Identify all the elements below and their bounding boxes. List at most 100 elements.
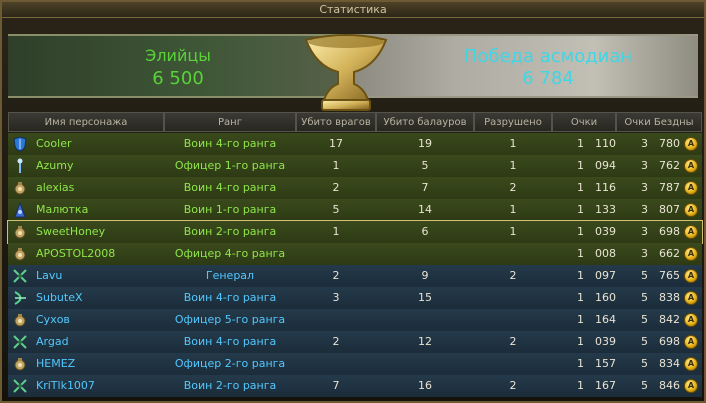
col-balaur-killed[interactable]: Убито балауров bbox=[376, 112, 474, 132]
table-row[interactable]: Argad Воин 4-го ранга 2 12 2 1 039 5 698 A bbox=[8, 331, 702, 353]
abyss-points-units: 807 bbox=[659, 203, 680, 216]
points-thousands: 1 bbox=[577, 379, 584, 392]
balaur-killed: 16 bbox=[418, 379, 432, 392]
points-units: 167 bbox=[595, 379, 616, 392]
stats-window: Статистика Элийцы 6 500 Победа асмодиан … bbox=[0, 0, 706, 403]
points-units: 094 bbox=[595, 159, 616, 172]
col-destroyed[interactable]: Разрушено bbox=[474, 112, 552, 132]
enemies-killed bbox=[296, 309, 376, 331]
staff-icon bbox=[12, 158, 28, 174]
balaur-killed: 7 bbox=[421, 181, 429, 194]
points-units: 039 bbox=[595, 225, 616, 238]
abyss-points-units: 780 bbox=[659, 137, 680, 150]
abyss-points-units: 698 bbox=[659, 335, 680, 348]
table-row[interactable]: APOSTOL2008 Офицер 4-го ранга 1 008 3 662 A bbox=[8, 243, 702, 265]
abyss-points-units: 765 bbox=[659, 269, 680, 282]
balaur-killed: 6 bbox=[421, 225, 429, 238]
abyss-points-units: 762 bbox=[659, 159, 680, 172]
enemies-killed: 2 bbox=[332, 181, 340, 194]
table-row[interactable]: SweetHoney Воин 2-го ранга 1 6 1 1 039 3 698 A bbox=[7, 220, 703, 244]
player-rank: Воин 4-го ранга bbox=[183, 335, 277, 348]
player-name: Cooler bbox=[36, 137, 72, 150]
abyss-points-units: 698 bbox=[659, 225, 680, 238]
destroyed-count: 1 bbox=[509, 203, 517, 216]
player-name: SubuteX bbox=[36, 291, 83, 304]
abyss-points-units: 846 bbox=[659, 379, 680, 392]
table-row[interactable]: SubuteX Воин 4-го ранга 3 15 1 160 5 838 A bbox=[8, 287, 702, 309]
points-units: 133 bbox=[595, 203, 616, 216]
abyss-points-thousands: 5 bbox=[641, 291, 648, 304]
abyss-points-units: 838 bbox=[659, 291, 680, 304]
table-row[interactable]: Сухов Офицер 5-го ранга 1 164 5 842 A bbox=[8, 309, 702, 331]
abyss-points-thousands: 5 bbox=[641, 335, 648, 348]
table-row[interactable]: Lavu Генерал 2 9 2 1 097 5 765 A bbox=[8, 265, 702, 287]
stats-table-header: Имя персонажа Ранг Убито врагов Убито ба… bbox=[8, 112, 702, 132]
col-abyss-points[interactable]: Очки Бездны bbox=[616, 112, 702, 132]
table-row[interactable]: Azumy Офицер 1-го ранга 1 5 1 1 094 3 762 A bbox=[8, 155, 702, 177]
col-enemies-killed[interactable]: Убито врагов bbox=[296, 112, 376, 132]
player-name: Argad bbox=[36, 335, 69, 348]
points-units: 157 bbox=[595, 357, 616, 370]
abyss-points-thousands: 5 bbox=[641, 379, 648, 392]
abyss-coin-icon: A bbox=[684, 357, 698, 371]
destroyed-count: 2 bbox=[509, 181, 517, 194]
abyss-coin-icon: A bbox=[684, 269, 698, 283]
abyss-points-thousands: 3 bbox=[641, 225, 648, 238]
wizard-icon bbox=[12, 201, 28, 218]
abyss-points-units: 834 bbox=[659, 357, 680, 370]
abyss-coin-icon: A bbox=[684, 225, 698, 239]
abyss-points-units: 662 bbox=[659, 247, 680, 260]
balaur-killed: 12 bbox=[418, 335, 432, 348]
col-rank[interactable]: Ранг bbox=[164, 112, 296, 132]
player-rank: Генерал bbox=[205, 269, 255, 282]
abyss-points-thousands: 3 bbox=[641, 159, 648, 172]
bag-icon bbox=[12, 312, 28, 328]
abyss-points-thousands: 3 bbox=[641, 137, 648, 150]
destroyed-count: 2 bbox=[509, 335, 517, 348]
player-rank: Офицер 2-го ранга bbox=[174, 357, 286, 370]
enemies-killed: 17 bbox=[329, 137, 343, 150]
asmodian-faction-score: 6 784 bbox=[522, 68, 574, 89]
col-points[interactable]: Очки bbox=[552, 112, 616, 132]
swords-icon bbox=[12, 268, 28, 284]
points-units: 160 bbox=[595, 291, 616, 304]
table-row[interactable]: alexias Воин 4-го ранга 2 7 2 1 116 3 787 A bbox=[8, 177, 702, 199]
bow-icon bbox=[12, 290, 28, 306]
points-units: 116 bbox=[595, 181, 616, 194]
abyss-points-thousands: 5 bbox=[641, 357, 648, 370]
col-character-name[interactable]: Имя персонажа bbox=[8, 112, 164, 132]
player-rank: Воин 2-го ранга bbox=[183, 225, 277, 238]
player-name: Сухов bbox=[36, 313, 70, 326]
balaur-killed bbox=[376, 243, 474, 265]
destroyed-count: 2 bbox=[509, 379, 517, 392]
destroyed-count bbox=[474, 243, 552, 265]
table-row[interactable]: KriTlk1007 Воин 2-го ранга 7 16 2 1 167 5 846 A bbox=[8, 375, 702, 397]
points-thousands: 1 bbox=[577, 137, 584, 150]
points-thousands: 1 bbox=[577, 335, 584, 348]
destroyed-count: 2 bbox=[509, 269, 517, 282]
bag-icon bbox=[12, 246, 28, 262]
elyos-faction-score: 6 500 bbox=[152, 68, 204, 89]
destroyed-count: 1 bbox=[509, 225, 517, 238]
player-rank: Воин 4-го ранга bbox=[183, 291, 277, 304]
points-units: 008 bbox=[595, 247, 616, 260]
player-name: Azumy bbox=[36, 159, 74, 172]
balaur-killed: 5 bbox=[421, 159, 429, 172]
asmodian-faction-name: Победа асмодиан bbox=[463, 46, 633, 67]
player-rank: Офицер 5-го ранга bbox=[174, 313, 286, 326]
abyss-coin-icon: A bbox=[684, 181, 698, 195]
points-thousands: 1 bbox=[577, 225, 584, 238]
player-name: alexias bbox=[36, 181, 75, 194]
enemies-killed: 1 bbox=[332, 225, 340, 238]
balaur-killed: 19 bbox=[418, 137, 432, 150]
abyss-coin-icon: A bbox=[684, 335, 698, 349]
player-name: Lavu bbox=[36, 269, 63, 282]
table-row[interactable]: HEMEZ Офицер 2-го ранга 1 157 5 834 A bbox=[8, 353, 702, 375]
table-row[interactable]: Малютка Воин 1-го ранга 5 14 1 1 133 3 807 A bbox=[8, 199, 702, 221]
points-units: 110 bbox=[595, 137, 616, 150]
enemies-killed bbox=[296, 243, 376, 265]
player-name: Малютка bbox=[36, 203, 89, 216]
balaur-killed: 9 bbox=[421, 269, 429, 282]
table-row[interactable]: Cooler Воин 4-го ранга 17 19 1 1 110 3 780 A bbox=[8, 133, 702, 155]
points-units: 097 bbox=[595, 269, 616, 282]
